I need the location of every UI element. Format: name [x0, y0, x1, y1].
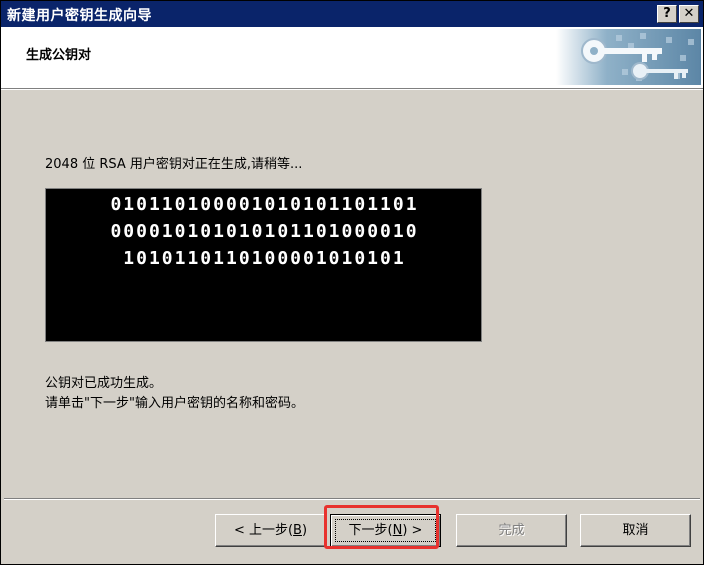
bits-display: 010110100001010101101101 000010101010101…: [45, 188, 482, 342]
keys-icon: [556, 29, 701, 85]
success-message: 公钥对已成功生成。: [45, 376, 163, 391]
help-button[interactable]: ?: [657, 5, 677, 23]
title-bar[interactable]: 新建用户密钥生成向导 ? ✕: [1, 1, 703, 27]
back-button-accesskey: B: [293, 523, 302, 538]
bits-line-3: 1010110110100001010101: [123, 248, 406, 269]
focus-rect: [335, 519, 436, 542]
step-title: 生成公钥对: [26, 48, 92, 63]
back-button-label: < 上一步(: [233, 523, 294, 538]
cancel-button[interactable]: 取消: [580, 514, 691, 547]
bits-line-1: 010110100001010101101101: [110, 194, 419, 215]
close-button[interactable]: ✕: [679, 5, 699, 23]
header-divider: [1, 89, 703, 90]
button-divider: [4, 498, 700, 500]
bits-line-2: 000010101010101101000010: [110, 221, 419, 242]
wizard-header: 生成公钥对: [1, 27, 703, 89]
back-button-label-end: ): [301, 523, 308, 538]
back-button[interactable]: < 上一步(B): [215, 514, 326, 547]
next-button[interactable]: 下一步(N) >: [330, 514, 441, 547]
finish-button[interactable]: 完成: [456, 514, 567, 547]
window-title: 新建用户密钥生成向导: [7, 8, 152, 24]
instruction-message: 请单击"下一步"输入用户密钥的名称和密码。: [45, 396, 304, 411]
generation-status: 2048 位 RSA 用户密钥对正在生成,请稍等...: [45, 157, 303, 172]
wizard-window: 新建用户密钥生成向导 ? ✕ 生成公钥对 2048 位 RSA 用户密钥对正在生…: [0, 0, 704, 565]
